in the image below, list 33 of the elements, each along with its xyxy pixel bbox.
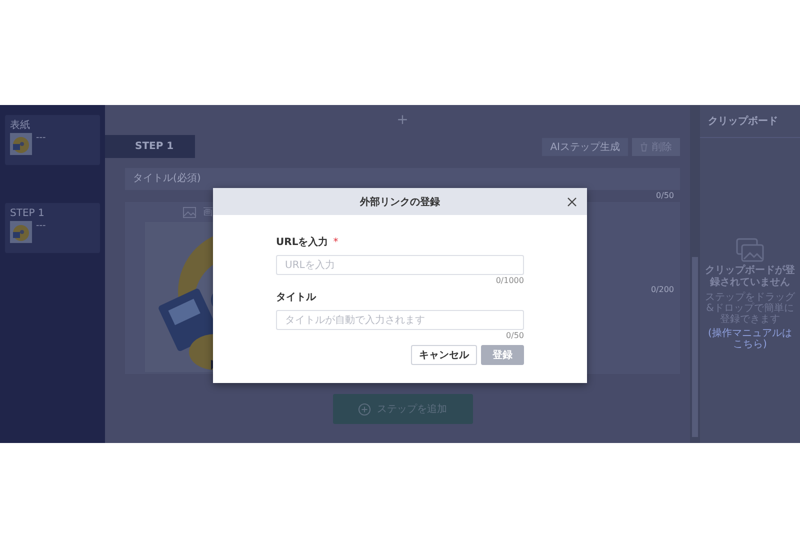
step-tab[interactable]: STEP 1 xyxy=(105,135,195,158)
step-card[interactable]: STEP 1 --- xyxy=(5,203,100,253)
cancel-button[interactable]: キャンセル xyxy=(411,345,477,365)
clipboard-title: クリップボード xyxy=(708,114,778,128)
image-icon xyxy=(183,206,197,218)
close-icon xyxy=(567,197,577,207)
trash-icon xyxy=(640,142,648,152)
input-field[interactable]: URLを入力 xyxy=(276,255,524,275)
plus-circle-icon xyxy=(358,402,371,416)
title-input-field[interactable]: タイトル(必須) xyxy=(125,168,680,190)
title-counter: 0/50 xyxy=(656,190,674,202)
dialog-title: 外部リンクの登録 xyxy=(360,196,440,208)
description-counter: 0/200 xyxy=(650,284,674,296)
step-label: STEP 1 xyxy=(10,208,46,219)
images-icon xyxy=(736,238,764,262)
step-caption: --- xyxy=(36,221,46,231)
add-step-above-button[interactable]: + xyxy=(396,112,408,128)
manual-link[interactable]: (操作マニュアルはこちら) xyxy=(704,328,796,350)
field-label: URLを入力 xyxy=(276,236,328,249)
input-field[interactable]: タイトルが自動で入力されます xyxy=(276,310,524,330)
thumbnail-drawing xyxy=(10,133,32,155)
field-label: タイトル xyxy=(276,291,316,304)
close-button[interactable] xyxy=(565,195,579,209)
step-label: 表紙 xyxy=(10,120,31,131)
action-button[interactable]: AIステップ生成 xyxy=(542,138,628,156)
step-caption: --- xyxy=(36,133,46,143)
thumbnail-drawing xyxy=(10,221,32,243)
character-counter: 0/1000 xyxy=(496,275,524,287)
step-card[interactable]: 表紙 --- xyxy=(5,115,100,165)
required-mark: * xyxy=(333,236,338,248)
scrollbar[interactable] xyxy=(692,257,698,437)
empty-message: クリップボードが登録されていません xyxy=(704,265,796,289)
character-counter: 0/50 xyxy=(506,330,524,342)
